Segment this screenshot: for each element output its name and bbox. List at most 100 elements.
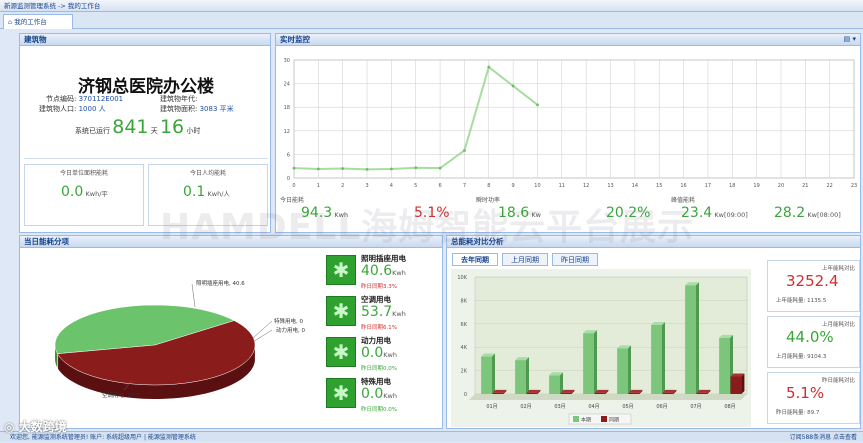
per-person-label: 今日人均能耗 xyxy=(189,170,226,177)
daily-item: ✱ 动力用电 0.0Kwh 昨日同期0.0% xyxy=(324,335,442,373)
unit-area-value: 0.0 xyxy=(61,184,84,200)
bar-side xyxy=(560,372,563,394)
legend-label-previous: 同期 xyxy=(609,418,619,424)
bar-side xyxy=(492,353,495,394)
series-point xyxy=(463,149,466,152)
uptime-days: 841 xyxy=(112,116,149,138)
tab-my-workbench-label: 我的工作台 xyxy=(14,18,47,26)
status-right[interactable]: 订阅588条消息 点击查看 xyxy=(790,432,857,443)
y-tick-label: 6K xyxy=(461,322,468,328)
x-tick-label: 07月 xyxy=(690,404,701,410)
bar-previous xyxy=(560,392,572,394)
x-tick-label: 4 xyxy=(390,183,393,189)
legend-label-current: 本期 xyxy=(581,417,591,424)
plot-floor xyxy=(469,394,747,400)
series-point xyxy=(511,84,515,88)
y-tick-label: 8K xyxy=(461,298,468,304)
daily-item-value: 0.0 xyxy=(361,345,384,361)
population-label: 建筑物人口: xyxy=(39,105,77,113)
x-tick-label: 05月 xyxy=(622,404,633,410)
x-tick-label: 3 xyxy=(365,183,368,189)
logo-icon: ◎ xyxy=(4,420,15,434)
node-code-label: 节点编码: xyxy=(46,95,77,103)
per-person-unit: Kwh/人 xyxy=(207,190,230,198)
tab-yesterday[interactable]: 昨日同期 xyxy=(552,253,598,266)
energy-category-icon[interactable]: ✱ xyxy=(326,378,356,408)
y-tick-label: 10K xyxy=(457,275,467,281)
x-tick-label: 8 xyxy=(487,183,490,189)
daily-item-unit: Kwh xyxy=(392,310,406,318)
x-tick-label: 21 xyxy=(802,183,808,189)
y-tick-label: 4K xyxy=(461,345,468,351)
status-bar: 欢迎您, 能源监测系统管理员! 账户: 系统超级用户 | 能源监测管理系统 订阅… xyxy=(0,431,863,442)
tab-last-year[interactable]: 去年同期 xyxy=(452,253,498,266)
bar-side xyxy=(662,321,665,394)
area-label: 建筑物面积: xyxy=(160,105,198,113)
energy-category-icon[interactable]: ✱ xyxy=(326,255,356,285)
compare-stat-box: 昨日能耗对比 5.1% 昨日能耗量: 89.7 xyxy=(767,372,860,424)
compare-stat-sub: 上月能耗量: 9104.3 xyxy=(776,354,827,360)
series-point xyxy=(536,103,539,107)
daily-item-reading: 0.0Kwh xyxy=(361,386,397,402)
hours-unit: 小时 xyxy=(186,127,201,135)
bar-side xyxy=(526,357,529,394)
tab-strip: ⌂ 我的工作台 xyxy=(0,12,863,29)
daily-item-compare: 昨日同期3.3% xyxy=(361,284,397,290)
uptime-prefix: 系统已运行 xyxy=(75,127,110,135)
tab-my-workbench[interactable]: ⌂ 我的工作台 xyxy=(3,14,73,29)
series-point xyxy=(389,167,393,171)
bar-side xyxy=(741,373,745,394)
bar-current xyxy=(685,285,696,394)
population-row: 建筑物人口: 1000 人 xyxy=(39,104,106,114)
x-tick-label: 7 xyxy=(463,183,466,189)
x-tick-label: 06月 xyxy=(656,404,667,410)
compare-stat-value: 3252.4 xyxy=(786,272,839,290)
x-tick-label: 22 xyxy=(826,183,832,189)
pie-leader-line xyxy=(252,320,273,339)
energy-category-icon[interactable]: ✱ xyxy=(326,296,356,326)
area-unit: 平米 xyxy=(219,105,234,113)
building-year-row: 建筑物年代: xyxy=(160,94,197,104)
peak-energy-reading-2: 28.2 Kw[08:00] xyxy=(774,205,841,221)
energy-category-icon[interactable]: ✱ xyxy=(326,337,356,367)
daily-item-reading: 0.0Kwh xyxy=(361,345,397,361)
daily-item-value: 0.0 xyxy=(361,386,384,402)
x-tick-label: 2 xyxy=(341,183,344,189)
realtime-panel-header: 实时监控 xyxy=(276,34,860,46)
compare-stat-sub: 上年能耗量: 1135.5 xyxy=(776,298,827,304)
compare-bar-chart: 0 2K 4K 6K 8K 10K 01月 02月 03月 04月 05月 06月 07月 08月本期 同期 xyxy=(451,269,751,427)
node-code-value: 370112E001 xyxy=(78,95,124,103)
panel-menu-icon[interactable]: ▤ ▾ xyxy=(844,35,856,43)
x-tick-label: 5 xyxy=(414,183,417,189)
pie-leader-line xyxy=(252,329,273,343)
bar-previous xyxy=(730,376,742,394)
logo-text: 大数跨境 xyxy=(18,420,67,434)
x-tick-label: 0 xyxy=(292,183,295,189)
bar-side xyxy=(594,330,597,394)
uptime-hours: 16 xyxy=(159,116,185,138)
series-point xyxy=(341,167,345,170)
daily-item-value: 53.7 xyxy=(361,304,393,320)
building-panel-header: 建筑物 xyxy=(20,34,270,46)
daily-item-value: 40.6 xyxy=(361,263,393,279)
y-tick-label: 18 xyxy=(284,105,290,111)
home-icon: ⌂ xyxy=(8,18,13,26)
bar-previous xyxy=(662,392,674,394)
peak2-unit: Kw[08:00] xyxy=(807,211,841,219)
bar-current xyxy=(617,348,628,394)
pie-label-power: 动力用电, 0 xyxy=(276,326,305,334)
bar-previous xyxy=(628,392,640,394)
bar-current xyxy=(651,324,662,394)
tab-last-month[interactable]: 上月同期 xyxy=(502,253,548,266)
peak1-unit: Kw[09:00] xyxy=(714,211,748,219)
bar-side xyxy=(628,345,631,394)
pie-leader-line xyxy=(191,283,196,308)
x-tick-label: 11 xyxy=(559,183,565,189)
series-point xyxy=(438,166,442,170)
daily-item-compare: 昨日同期0.0% xyxy=(361,366,397,372)
compare-stat-box: 上月能耗对比 44.0% 上月能耗量: 9104.3 xyxy=(767,316,860,368)
x-tick-label: 15 xyxy=(656,183,662,189)
divider xyxy=(24,158,268,159)
compare-panel: 总能耗对比分析 去年同期 上月同期 昨日同期 0 2K 4K 6K 8K 10K 01月 02… xyxy=(446,235,861,429)
x-tick-label: 17 xyxy=(705,183,711,189)
